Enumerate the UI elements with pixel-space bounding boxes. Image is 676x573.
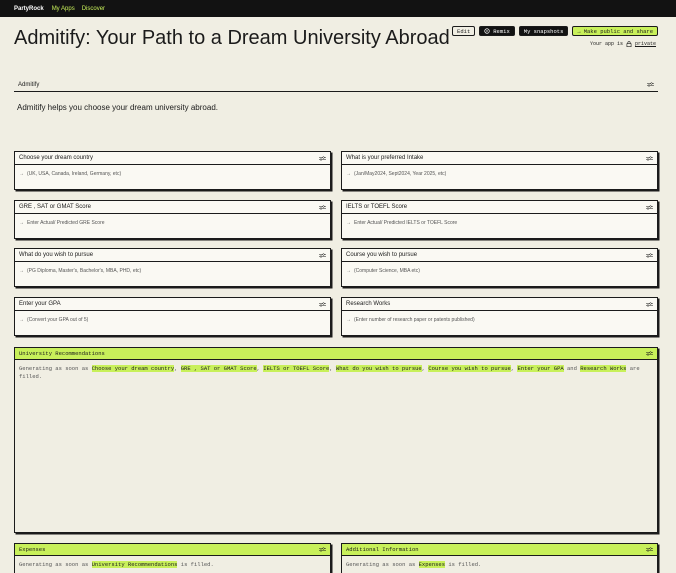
output-label: Expenses xyxy=(19,546,46,553)
arrow-right-icon: → xyxy=(577,27,581,35)
settings-sliders-icon[interactable] xyxy=(646,204,653,210)
input-card-gpa: Enter your GPA → (Convert your GPA out of… xyxy=(14,297,331,336)
input-label: Course you wish to pursue xyxy=(346,252,418,258)
settings-sliders-icon[interactable] xyxy=(319,204,326,210)
settings-sliders-icon[interactable] xyxy=(319,155,326,161)
input-label: Research Works xyxy=(346,301,391,307)
input-field[interactable]: → (PG Diploma, Master's, Bachelor's, MBA,… xyxy=(15,262,330,280)
top-navbar: PartyRock My Apps Discover xyxy=(0,0,676,17)
input-field[interactable]: → (UK, USA, Canada, Ireland, Germany, etc… xyxy=(15,165,330,183)
dependency-tag: Expenses xyxy=(418,561,446,568)
remix-button[interactable]: Remix xyxy=(479,26,515,36)
input-card-gre-score: GRE , SAT or GMAT Score → Enter Actual/ P… xyxy=(14,200,331,239)
input-label: Enter your GPA xyxy=(19,301,61,307)
output-label: Additional Information xyxy=(346,546,419,553)
output-expenses: Expenses Generating as soon as Universit… xyxy=(14,543,331,573)
settings-sliders-icon[interactable] xyxy=(646,252,653,258)
lock-icon xyxy=(626,41,632,47)
arrow-right-icon: → xyxy=(346,268,351,274)
nav-my-apps[interactable]: My Apps xyxy=(52,6,75,12)
share-button[interactable]: → Make public and share xyxy=(572,26,658,36)
app-section-header: Admitify xyxy=(14,78,658,92)
output-status: Generating as soon as Choose your dream … xyxy=(19,365,640,380)
dependency-tag: Enter your GPA xyxy=(517,365,564,372)
settings-sliders-icon[interactable] xyxy=(319,252,326,258)
input-placeholder: Enter Actual/ Predicted GRE Score xyxy=(27,220,105,226)
status-prefix: Generating as soon as xyxy=(19,561,89,568)
settings-sliders-icon[interactable] xyxy=(646,547,653,552)
input-card-intake: What is your preferred Intake → (Jan/May2… xyxy=(341,151,658,190)
input-placeholder: Enter Actual/ Predicted IELTS or TOEFL S… xyxy=(354,220,458,226)
action-bar: Edit Remix My snapshots → Make public an… xyxy=(452,26,658,36)
status-prefix: Generating as soon as xyxy=(19,365,89,372)
input-card-dream-country: Choose your dream country → (UK, USA, Can… xyxy=(14,151,331,190)
settings-sliders-icon[interactable] xyxy=(646,155,653,161)
input-field[interactable]: → (Jan/May2024, Sept2024, Year 2025, etc) xyxy=(342,165,657,183)
status-prefix: Generating as soon as xyxy=(346,561,416,568)
privacy-prefix: Your app is xyxy=(589,41,623,47)
section-label: Admitify xyxy=(18,81,40,88)
input-field[interactable]: → Enter Actual/ Predicted IELTS or TOEFL … xyxy=(342,214,657,232)
input-placeholder: (UK, USA, Canada, Ireland, Germany, etc) xyxy=(27,171,122,177)
output-status: Generating as soon as University Recomme… xyxy=(15,556,330,573)
arrow-right-icon: → xyxy=(346,220,351,226)
arrow-right-icon: → xyxy=(19,171,24,177)
status-suffix: is filled. xyxy=(180,561,214,568)
brand-logo[interactable]: PartyRock xyxy=(14,6,44,12)
remix-label: Remix xyxy=(493,27,510,35)
settings-sliders-icon[interactable] xyxy=(646,351,653,356)
input-field[interactable]: → (Computer Science, MBA etc) xyxy=(342,262,657,280)
privacy-status-link[interactable]: private xyxy=(635,41,656,47)
input-placeholder: (Computer Science, MBA etc) xyxy=(354,268,420,274)
arrow-right-icon: → xyxy=(346,171,351,177)
dependency-tag: Course you wish to pursue xyxy=(428,365,511,372)
share-label: Make public and share xyxy=(583,27,653,35)
status-and: and xyxy=(567,365,577,372)
arrow-right-icon: → xyxy=(19,268,24,274)
input-field[interactable]: → (Enter number of research paper or pate… xyxy=(342,311,657,329)
remix-icon xyxy=(484,28,490,34)
settings-sliders-icon[interactable] xyxy=(319,547,326,552)
settings-sliders-icon[interactable] xyxy=(646,301,653,307)
input-placeholder: (PG Diploma, Master's, Bachelor's, MBA, … xyxy=(27,268,142,274)
input-field[interactable]: → (Convert your GPA out of 5) xyxy=(15,311,330,329)
input-label: Choose your dream country xyxy=(19,155,94,161)
dependency-tag: Choose your dream country xyxy=(91,365,175,372)
output-status: Generating as soon as Expenses is filled… xyxy=(342,556,657,573)
input-card-course: Course you wish to pursue → (Computer Sci… xyxy=(341,248,658,287)
status-suffix: is filled. xyxy=(448,561,482,568)
dependency-tag: IELTS or TOEFL Score xyxy=(263,365,330,372)
input-label: GRE , SAT or GMAT Score xyxy=(19,204,91,210)
input-label: What do you wish to pursue xyxy=(19,252,94,258)
input-field[interactable]: → Enter Actual/ Predicted GRE Score xyxy=(15,214,330,232)
output-label: University Recommendations xyxy=(19,350,105,357)
input-card-ielts-score: IELTS or TOEFL Score → Enter Actual/ Pred… xyxy=(341,200,658,239)
input-label: What is your preferred Intake xyxy=(346,155,424,161)
output-university-recommendations: University Recommendations Generating as… xyxy=(14,347,658,533)
settings-sliders-icon[interactable] xyxy=(647,82,654,87)
output-additional-information: Additional Information Generating as soo… xyxy=(341,543,658,573)
edit-label: Edit xyxy=(457,27,471,35)
input-label: IELTS or TOEFL Score xyxy=(346,204,408,210)
privacy-status: Your app is private xyxy=(590,41,656,47)
arrow-right-icon: → xyxy=(19,317,24,323)
settings-sliders-icon[interactable] xyxy=(319,301,326,307)
input-card-pursue: What do you wish to pursue → (PG Diploma,… xyxy=(14,248,331,287)
page-title: Admitify: Your Path to a Dream Universit… xyxy=(14,27,450,49)
input-placeholder: (Enter number of research paper or paten… xyxy=(354,317,475,323)
edit-button[interactable]: Edit xyxy=(452,26,476,36)
arrow-right-icon: → xyxy=(19,220,24,226)
input-placeholder: (Convert your GPA out of 5) xyxy=(27,317,89,323)
dependency-tag: Research Works xyxy=(580,365,627,372)
input-placeholder: (Jan/May2024, Sept2024, Year 2025, etc) xyxy=(354,171,447,177)
dependency-tag: What do you wish to pursue xyxy=(335,365,422,372)
input-card-research: Research Works → (Enter number of researc… xyxy=(341,297,658,336)
dependency-tag: GRE , SAT or GMAT Score xyxy=(180,365,257,372)
snapshots-button[interactable]: My snapshots xyxy=(518,26,569,36)
dependency-tag: University Recommendations xyxy=(91,561,178,568)
arrow-right-icon: → xyxy=(346,317,351,323)
nav-discover[interactable]: Discover xyxy=(82,6,105,12)
snapshots-label: My snapshots xyxy=(523,27,564,35)
app-description: Admitify helps you choose your dream uni… xyxy=(17,103,218,112)
